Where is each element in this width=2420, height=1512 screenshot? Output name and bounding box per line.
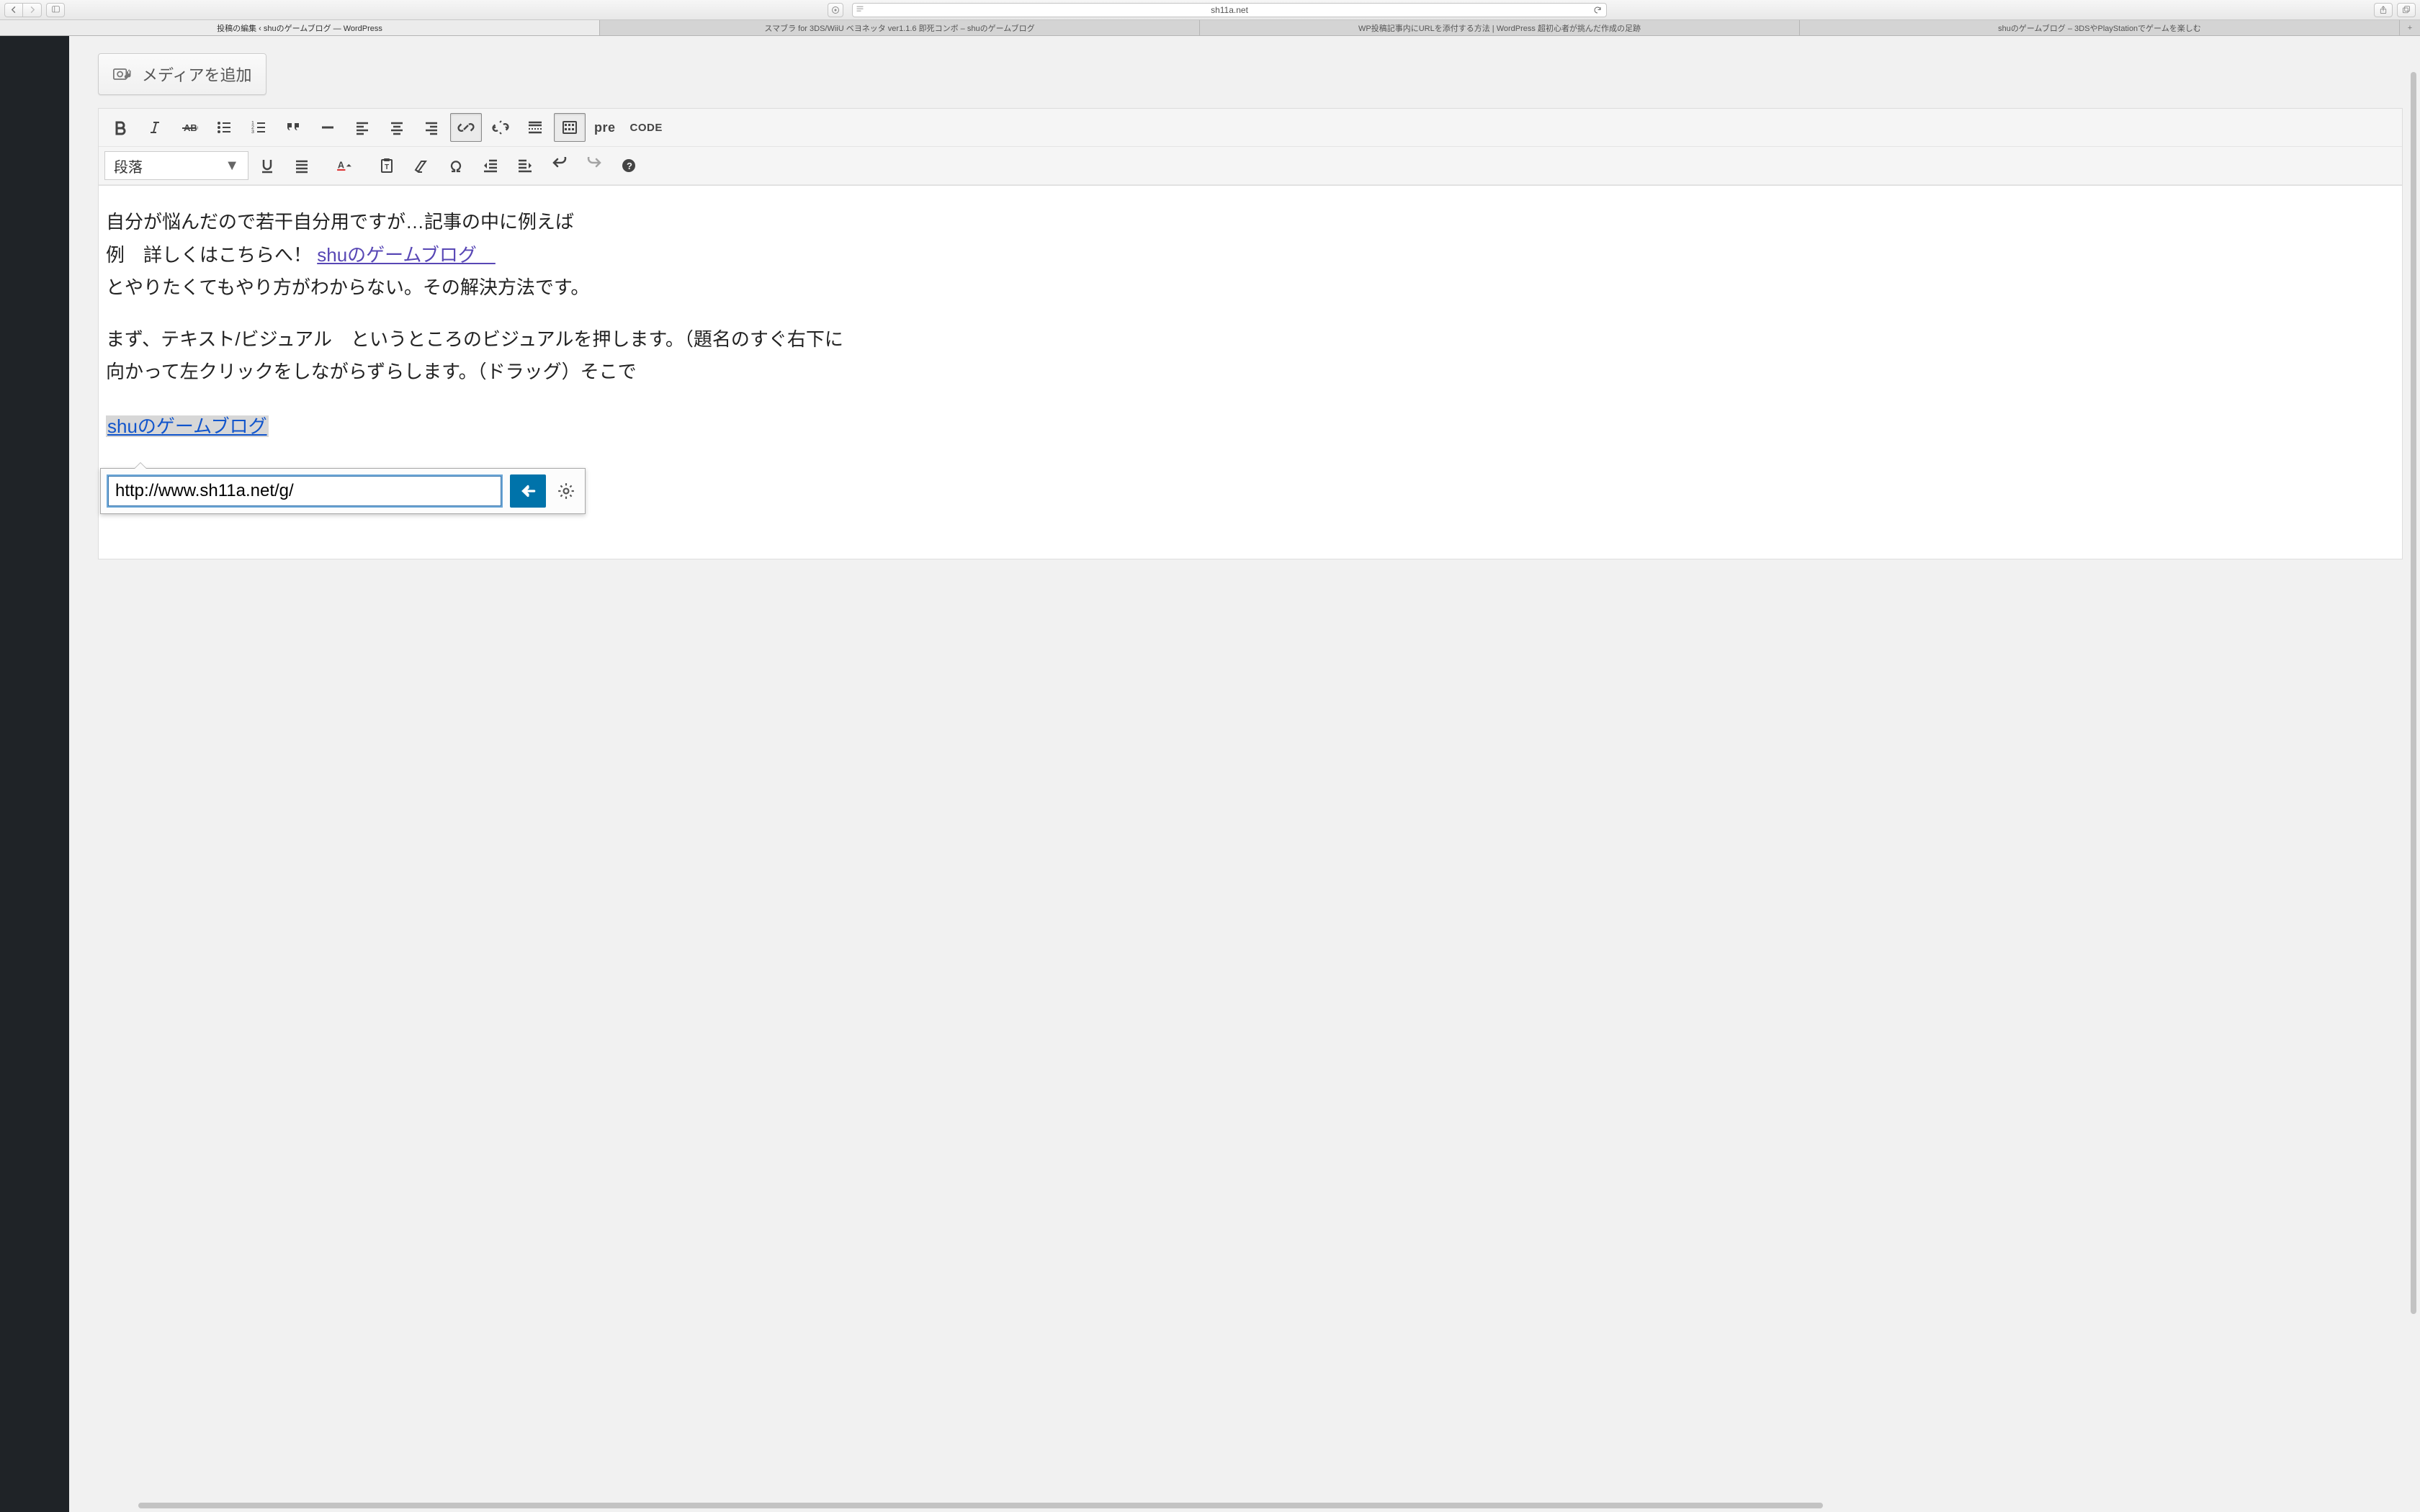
link-url-input[interactable] — [107, 474, 503, 508]
pre-button[interactable]: pre — [588, 113, 622, 142]
align-left-button[interactable] — [346, 113, 378, 142]
special-char-button[interactable] — [440, 151, 472, 180]
browser-tab[interactable]: shuのゲームブログ – 3DSやPlayStationでゲームを楽しむ — [1800, 20, 2400, 35]
nav-back-forward — [4, 3, 42, 17]
selected-link[interactable]: shuのゲームブログ — [106, 415, 269, 437]
wp-content: メディアを追加 ABC 123 — [69, 36, 2420, 1512]
text: 例 詳しくはこちらへ！ — [106, 244, 317, 266]
horizontal-scrollbar[interactable] — [69, 1500, 2408, 1511]
paragraph: まず、テキスト/ビジュアル というところのビジュアルを押します。（題名のすぐ右下… — [106, 323, 2395, 389]
toolbar-toggle-button[interactable] — [554, 113, 586, 142]
forward-button[interactable] — [23, 3, 42, 17]
url-host: sh11a.net — [1211, 5, 1248, 15]
clear-formatting-button[interactable] — [405, 151, 437, 180]
redo-button[interactable] — [578, 151, 610, 180]
format-select[interactable]: 段落 ▼ — [104, 151, 248, 180]
editor-content[interactable]: 自分が悩んだので若干自分用ですが…記事の中に例えば 例 詳しくはこちらへ！ sh… — [98, 185, 2403, 559]
text: 向かって左クリックをしながらずらします。（ドラッグ）そこで — [106, 361, 637, 382]
italic-button[interactable] — [139, 113, 171, 142]
text-color-button[interactable]: A — [321, 151, 368, 180]
paste-text-button[interactable]: T — [371, 151, 403, 180]
camera-music-icon — [113, 66, 133, 83]
help-button[interactable]: ? — [613, 151, 645, 180]
sidebar-toggle-button[interactable] — [46, 3, 65, 17]
horizontal-rule-button[interactable] — [312, 113, 344, 142]
blockquote-button[interactable] — [277, 113, 309, 142]
share-button[interactable] — [2374, 3, 2393, 17]
refresh-icon[interactable] — [1593, 6, 1602, 17]
paragraph: 自分が悩んだので若干自分用ですが…記事の中に例えば 例 詳しくはこちらへ！ sh… — [106, 206, 2395, 305]
link-options-button[interactable] — [553, 478, 579, 504]
add-media-button[interactable]: メディアを追加 — [98, 53, 266, 95]
svg-text:T: T — [385, 163, 389, 171]
text: 自分が悩んだので若干自分用ですが…記事の中に例えば — [106, 211, 574, 233]
code-button[interactable]: CODE — [624, 113, 668, 142]
add-media-label: メディアを追加 — [142, 63, 251, 86]
format-select-label: 段落 — [114, 156, 143, 176]
browser-toolbar: sh11a.net — [0, 0, 2420, 20]
inline-link[interactable]: shuのゲームブログ — [317, 244, 496, 266]
strikethrough-button[interactable]: ABC — [174, 113, 205, 142]
underline-button[interactable] — [251, 151, 283, 180]
apply-link-button[interactable] — [510, 474, 546, 508]
editor-toolbar: ABC 123 pre CODE 段落 — [98, 108, 2403, 185]
address-bar[interactable]: sh11a.net — [852, 3, 1608, 17]
undo-button[interactable] — [544, 151, 575, 180]
browser-tab-strip: 投稿の編集 ‹ shuのゲームブログ — WordPress スマブラ for … — [0, 20, 2420, 36]
svg-text:?: ? — [627, 161, 632, 171]
browser-tab[interactable]: WP投稿記事内にURLを添付する方法 | WordPress 超初心者が挑んだ作… — [1200, 20, 1800, 35]
numbered-list-button[interactable]: 123 — [243, 113, 274, 142]
remove-link-button[interactable] — [485, 113, 516, 142]
svg-text:3: 3 — [251, 130, 254, 135]
site-settings-button[interactable] — [828, 3, 843, 17]
browser-tab[interactable]: スマブラ for 3DS/WiiU ベヨネッタ ver1.1.6 即死コンボ –… — [600, 20, 1200, 35]
text: とやりたくてもやり方がわからない。その解決方法です。 — [106, 276, 589, 298]
inline-link-toolbar — [100, 468, 586, 514]
back-button[interactable] — [4, 3, 23, 17]
new-tab-button[interactable]: + — [2400, 20, 2420, 35]
chevron-down-icon: ▼ — [225, 158, 239, 174]
page-viewport: メディアを追加 ABC 123 — [0, 36, 2420, 1512]
bullet-list-button[interactable] — [208, 113, 240, 142]
reader-icon — [856, 5, 864, 16]
tabs-overview-button[interactable] — [2397, 3, 2416, 17]
insert-more-button[interactable] — [519, 113, 551, 142]
vertical-scrollbar[interactable] — [2408, 72, 2419, 1483]
align-center-button[interactable] — [381, 113, 413, 142]
outdent-button[interactable] — [475, 151, 506, 180]
text: まず、テキスト/ビジュアル というところのビジュアルを押します。（題名のすぐ右下… — [106, 328, 843, 350]
wp-admin-sidebar[interactable] — [0, 36, 69, 1512]
browser-tab[interactable]: 投稿の編集 ‹ shuのゲームブログ — WordPress — [0, 20, 600, 35]
indent-button[interactable] — [509, 151, 541, 180]
bold-button[interactable] — [104, 113, 136, 142]
align-right-button[interactable] — [416, 113, 447, 142]
align-justify-button[interactable] — [286, 151, 318, 180]
insert-link-button[interactable] — [450, 113, 482, 142]
svg-text:A: A — [338, 161, 344, 171]
